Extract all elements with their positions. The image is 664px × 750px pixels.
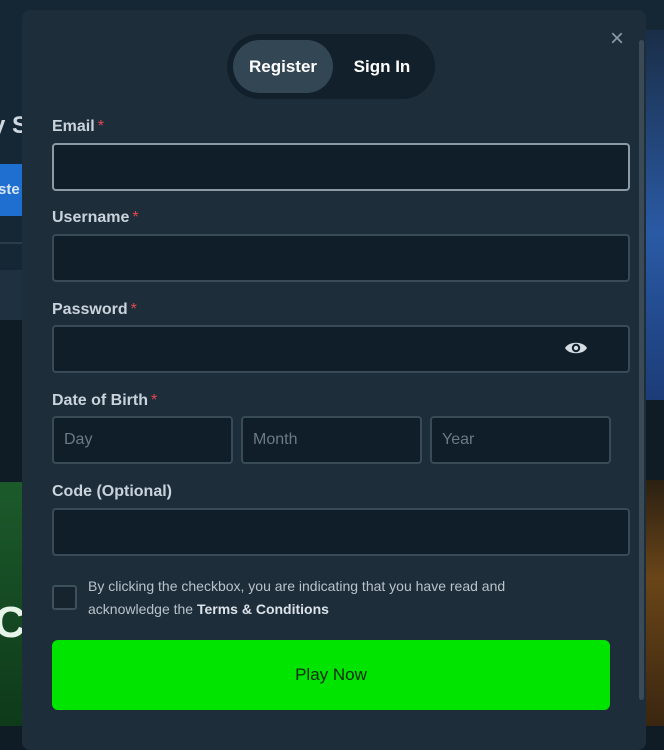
email-label: Email * xyxy=(52,118,104,135)
terms-checkbox[interactable] xyxy=(52,585,77,610)
dob-month-field[interactable] xyxy=(241,416,422,464)
username-field[interactable] xyxy=(52,234,630,282)
auth-tabs: Register Sign In xyxy=(227,34,435,99)
terms-text: By clicking the checkbox, you are indica… xyxy=(88,578,506,617)
dob-year-field[interactable] xyxy=(430,416,611,464)
play-now-button[interactable]: Play Now xyxy=(52,640,610,710)
code-field[interactable] xyxy=(52,508,630,556)
username-label: Username * xyxy=(52,209,139,226)
terms-link[interactable]: Terms & Conditions xyxy=(197,601,329,617)
tab-sign-in[interactable]: Sign In xyxy=(335,40,429,93)
password-field[interactable] xyxy=(52,325,630,373)
register-modal: Register Sign In × Email * Username * Pass… xyxy=(22,10,646,750)
modal-scrollbar[interactable] xyxy=(639,40,644,700)
required-marker: * xyxy=(132,209,139,226)
required-marker: * xyxy=(130,301,137,318)
password-label: Password * xyxy=(52,301,137,318)
code-label: Code (Optional) xyxy=(52,483,172,500)
required-marker: * xyxy=(97,118,104,135)
close-icon[interactable]: × xyxy=(606,27,628,51)
tab-register[interactable]: Register xyxy=(233,40,333,93)
dob-day-field[interactable] xyxy=(52,416,233,464)
dob-label: Date of Birth * xyxy=(52,392,158,409)
show-password-icon[interactable] xyxy=(564,340,588,356)
required-marker: * xyxy=(151,392,158,409)
email-field[interactable] xyxy=(52,143,630,191)
